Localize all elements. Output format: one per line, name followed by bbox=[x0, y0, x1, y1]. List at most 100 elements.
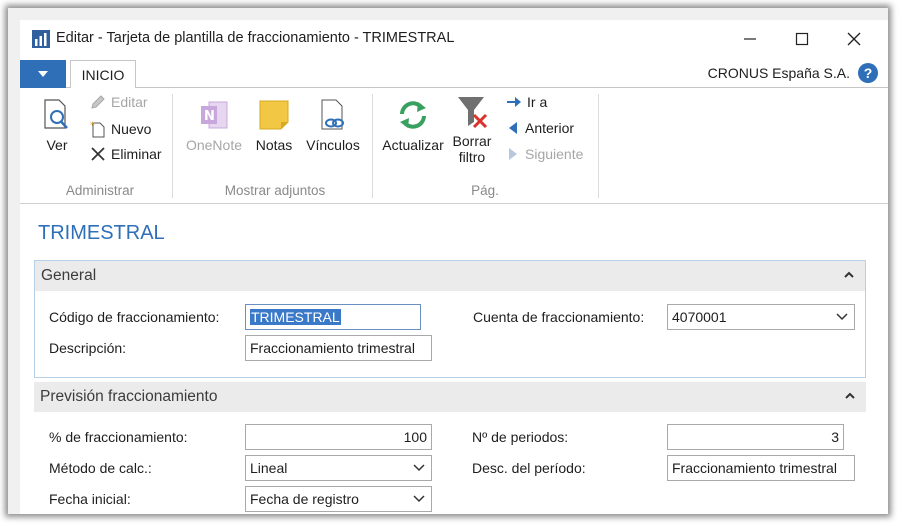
general-fasttab: General Código de fraccionamiento: TRIME… bbox=[34, 260, 866, 378]
descripcion-value: Fraccionamiento trimestral bbox=[250, 340, 415, 356]
title-bar: Editar - Tarjeta de plantilla de fraccio… bbox=[20, 20, 888, 58]
desc-periodo-label: Desc. del período: bbox=[472, 460, 586, 476]
general-title: General bbox=[41, 267, 97, 284]
codigo-input[interactable]: TRIMESTRAL bbox=[245, 304, 421, 330]
group-label-pag: Pág. bbox=[471, 183, 499, 198]
cuenta-select[interactable]: 4070001 bbox=[667, 304, 855, 330]
help-button[interactable]: ? bbox=[858, 63, 878, 83]
svg-text:*: * bbox=[90, 121, 95, 131]
prevision-fasttab: Previsión fraccionamiento % de fracciona… bbox=[34, 382, 866, 514]
fecha-select[interactable]: Fecha de registro bbox=[245, 486, 432, 512]
card-content: TRIMESTRAL General Código de fraccionami… bbox=[20, 204, 888, 514]
ir-a-label: Ir a bbox=[527, 94, 548, 110]
refresh-icon bbox=[400, 101, 426, 129]
ver-label: Ver bbox=[46, 137, 68, 153]
editar-label: Editar bbox=[111, 94, 148, 110]
ribbon-tab-bar: INICIO CRONUS España S.A. ? bbox=[20, 60, 888, 89]
siguiente-button[interactable]: Siguiente bbox=[506, 146, 583, 162]
prevision-title: Previsión fraccionamiento bbox=[40, 388, 218, 405]
editar-button[interactable]: Editar bbox=[90, 94, 148, 110]
prevision-header[interactable]: Previsión fraccionamiento bbox=[34, 382, 866, 412]
eliminar-label: Eliminar bbox=[111, 146, 162, 162]
nuevo-button[interactable]: * Nuevo bbox=[90, 120, 151, 138]
descripcion-input[interactable]: Fraccionamiento trimestral bbox=[245, 335, 432, 361]
delete-x-icon bbox=[91, 147, 105, 161]
ribbon-separator bbox=[372, 94, 373, 198]
metodo-select[interactable]: Lineal bbox=[245, 455, 432, 481]
link-document-icon bbox=[321, 99, 344, 130]
company-name: CRONUS España S.A. bbox=[707, 65, 850, 81]
new-document-icon: * bbox=[90, 121, 105, 138]
group-label-administrar: Administrar bbox=[65, 183, 135, 198]
group-label-mostrar-adjuntos: Mostrar adjuntos bbox=[224, 183, 326, 198]
window-frame: Editar - Tarjeta de plantilla de fraccio… bbox=[8, 8, 888, 514]
collapse-caret-icon bbox=[844, 271, 854, 278]
view-document-icon bbox=[44, 99, 68, 129]
ribbon-separator bbox=[598, 94, 599, 198]
notas-label: Notas bbox=[255, 137, 293, 153]
ir-a-button[interactable]: Ir a bbox=[506, 94, 547, 110]
chevron-down-icon bbox=[413, 464, 425, 472]
pct-label: % de fraccionamiento: bbox=[49, 429, 188, 445]
anterior-button[interactable]: Anterior bbox=[506, 120, 574, 136]
metodo-value: Lineal bbox=[250, 460, 288, 476]
arrow-right-icon bbox=[507, 97, 521, 107]
help-icon: ? bbox=[863, 65, 873, 81]
desc-periodo-value: Fraccionamiento trimestral bbox=[672, 460, 837, 476]
periodos-value: 3 bbox=[831, 429, 839, 445]
anterior-label: Anterior bbox=[525, 120, 575, 136]
chevron-down-icon bbox=[38, 71, 48, 77]
page-title: TRIMESTRAL bbox=[38, 222, 165, 244]
minimize-button[interactable] bbox=[724, 20, 776, 58]
onenote-label: OneNote bbox=[185, 137, 243, 153]
app-logo-icon bbox=[32, 30, 50, 48]
desc-periodo-input[interactable]: Fraccionamiento trimestral bbox=[667, 455, 855, 481]
onenote-icon: N bbox=[201, 101, 228, 129]
previous-icon bbox=[509, 122, 517, 134]
pct-input[interactable]: 100 bbox=[245, 424, 432, 450]
note-icon bbox=[259, 100, 289, 130]
clear-filter-icon bbox=[458, 97, 488, 129]
app-menu-button[interactable] bbox=[20, 60, 66, 88]
maximize-icon bbox=[795, 32, 809, 46]
maximize-button[interactable] bbox=[776, 20, 828, 58]
codigo-value: TRIMESTRAL bbox=[250, 309, 341, 325]
pencil-icon bbox=[91, 95, 105, 109]
metodo-label: Método de calc.: bbox=[49, 460, 152, 476]
cuenta-label: Cuenta de fraccionamiento: bbox=[473, 309, 645, 325]
vinculos-button[interactable]: Vínculos bbox=[302, 98, 364, 153]
periodos-label: Nº de periodos: bbox=[472, 429, 569, 445]
siguiente-label: Siguiente bbox=[525, 146, 584, 162]
onenote-button[interactable]: N OneNote bbox=[180, 98, 248, 153]
chevron-down-icon bbox=[836, 313, 848, 321]
close-icon bbox=[847, 32, 861, 46]
fecha-label: Fecha inicial: bbox=[49, 491, 131, 507]
periodos-input[interactable]: 3 bbox=[667, 424, 844, 450]
eliminar-button[interactable]: Eliminar bbox=[90, 146, 162, 162]
window-title: Editar - Tarjeta de plantilla de fraccio… bbox=[56, 30, 455, 46]
chevron-down-icon bbox=[413, 495, 425, 503]
collapse-caret-icon bbox=[845, 392, 855, 399]
minimize-icon bbox=[744, 38, 756, 40]
general-header[interactable]: General bbox=[35, 261, 865, 291]
actualizar-button[interactable]: Actualizar bbox=[380, 98, 446, 153]
ribbon-separator bbox=[172, 94, 173, 198]
borrar-filtro-label-line1: Borrar bbox=[452, 133, 492, 149]
pct-value: 100 bbox=[403, 429, 427, 445]
nuevo-label: Nuevo bbox=[111, 121, 152, 137]
svg-text:N: N bbox=[204, 109, 215, 124]
ribbon: Ver Editar * Nuevo Eliminar Administrar … bbox=[20, 88, 888, 204]
borrar-filtro-label-line2: filtro bbox=[458, 149, 486, 165]
close-button[interactable] bbox=[828, 20, 880, 58]
fecha-value: Fecha de registro bbox=[250, 491, 359, 507]
notas-button[interactable]: Notas bbox=[250, 98, 298, 153]
borrar-filtro-button[interactable]: Borrar filtro bbox=[448, 94, 496, 165]
cuenta-value: 4070001 bbox=[672, 309, 727, 325]
actualizar-label: Actualizar bbox=[382, 137, 444, 153]
codigo-label: Código de fraccionamiento: bbox=[49, 309, 220, 325]
vinculos-label: Vínculos bbox=[306, 137, 360, 153]
card-window: Editar - Tarjeta de plantilla de fraccio… bbox=[20, 20, 888, 514]
ver-button[interactable]: Ver bbox=[40, 98, 74, 153]
tab-inicio[interactable]: INICIO bbox=[70, 60, 136, 89]
descripcion-label: Descripción: bbox=[49, 340, 127, 356]
